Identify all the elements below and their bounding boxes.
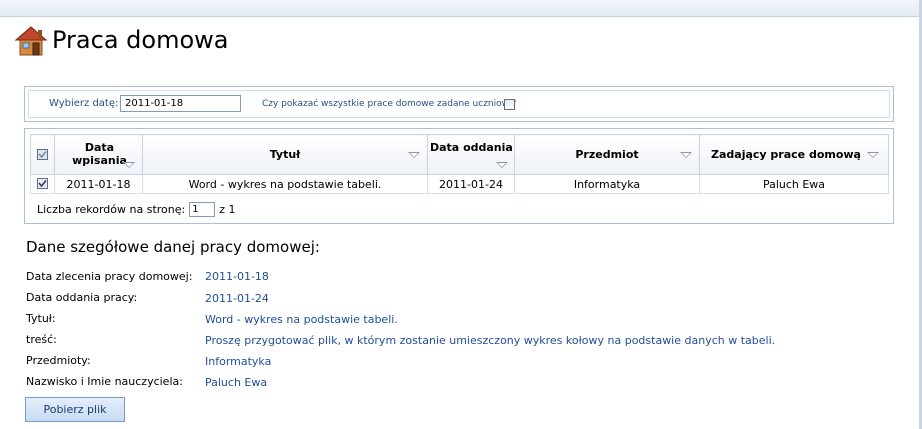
details-title: Dane szegółowe danej pracy domowej: (26, 238, 320, 256)
select-all-header (30, 134, 55, 175)
sort-arrow-icon[interactable] (408, 152, 420, 158)
show-all-checkbox[interactable] (504, 99, 515, 110)
cell-data-wpisania: 2011-01-18 (54, 174, 143, 194)
sort-arrow-icon[interactable] (496, 162, 508, 168)
detail-value-tytul: Word - wykres na podstawie tabeli. (205, 313, 398, 326)
row-select-cell (30, 174, 55, 194)
detail-label-przedmioty: Przedmioty: (26, 354, 91, 367)
cell-przedmiot: Informatyka (514, 174, 700, 194)
date-input[interactable] (120, 95, 241, 112)
cell-zadajacy: Paluch Ewa (699, 174, 889, 194)
filter-panel: Wybierz datę: Czy pokazać wszystkie prac… (24, 86, 894, 122)
table-row[interactable]: 2011-01-18 Word - wykres na podstawie ta… (30, 174, 889, 194)
pager-total: z 1 (219, 203, 236, 216)
column-header-zadajacy[interactable]: Zadający prace domową (699, 134, 889, 175)
detail-value-tresc: Proszę przygotować plik, w którym zostan… (205, 334, 776, 347)
pager: Liczba rekordów na stronę: z 1 (37, 202, 236, 217)
column-header-przedmiot[interactable]: Przedmiot (514, 134, 700, 175)
page-title: Praca domowa (52, 26, 229, 54)
detail-label-data-oddania: Data oddania pracy: (26, 291, 138, 304)
date-label: Wybierz datę: (49, 98, 119, 109)
column-header-tytul[interactable]: Tytuł (142, 134, 428, 175)
detail-value-nauczyciel: Paluch Ewa (205, 376, 268, 389)
detail-label-tytul: Tytuł: (26, 312, 56, 325)
row-checkbox[interactable] (37, 178, 48, 189)
homework-grid: Data wpisania Tytuł Data oddania Przedmi… (24, 128, 894, 224)
column-header-data-oddania[interactable]: Data oddania (427, 134, 515, 175)
cell-data-oddania: 2011-01-24 (427, 174, 515, 194)
top-bar (0, 0, 922, 17)
sort-arrow-icon[interactable] (867, 152, 879, 158)
download-file-button[interactable]: Pobierz plik (25, 397, 125, 422)
sort-arrow-icon[interactable] (123, 162, 135, 168)
column-header-data-wpisania[interactable]: Data wpisania (54, 134, 143, 175)
select-all-checkbox[interactable] (37, 149, 48, 160)
detail-label-nauczyciel: Nazwisko i Imie nauczyciela: (26, 375, 183, 388)
detail-value-data-zlecenia: 2011-01-18 (205, 270, 269, 283)
show-all-label: Czy pokazać wszystkie prace domowe zadan… (262, 99, 517, 109)
house-icon (14, 25, 48, 57)
pager-label: Liczba rekordów na stronę: (37, 203, 186, 216)
detail-label-tresc: treść: (26, 333, 57, 346)
records-per-page-input[interactable] (189, 202, 216, 217)
detail-label-data-zlecenia: Data zlecenia pracy domowej: (26, 270, 193, 283)
detail-value-przedmioty: Informatyka (205, 355, 272, 368)
page-header: Praca domowa (14, 24, 228, 58)
cell-tytul: Word - wykres na podstawie tabeli. (142, 174, 428, 194)
detail-value-data-oddania: 2011-01-24 (205, 292, 269, 305)
sort-arrow-icon[interactable] (680, 152, 692, 158)
